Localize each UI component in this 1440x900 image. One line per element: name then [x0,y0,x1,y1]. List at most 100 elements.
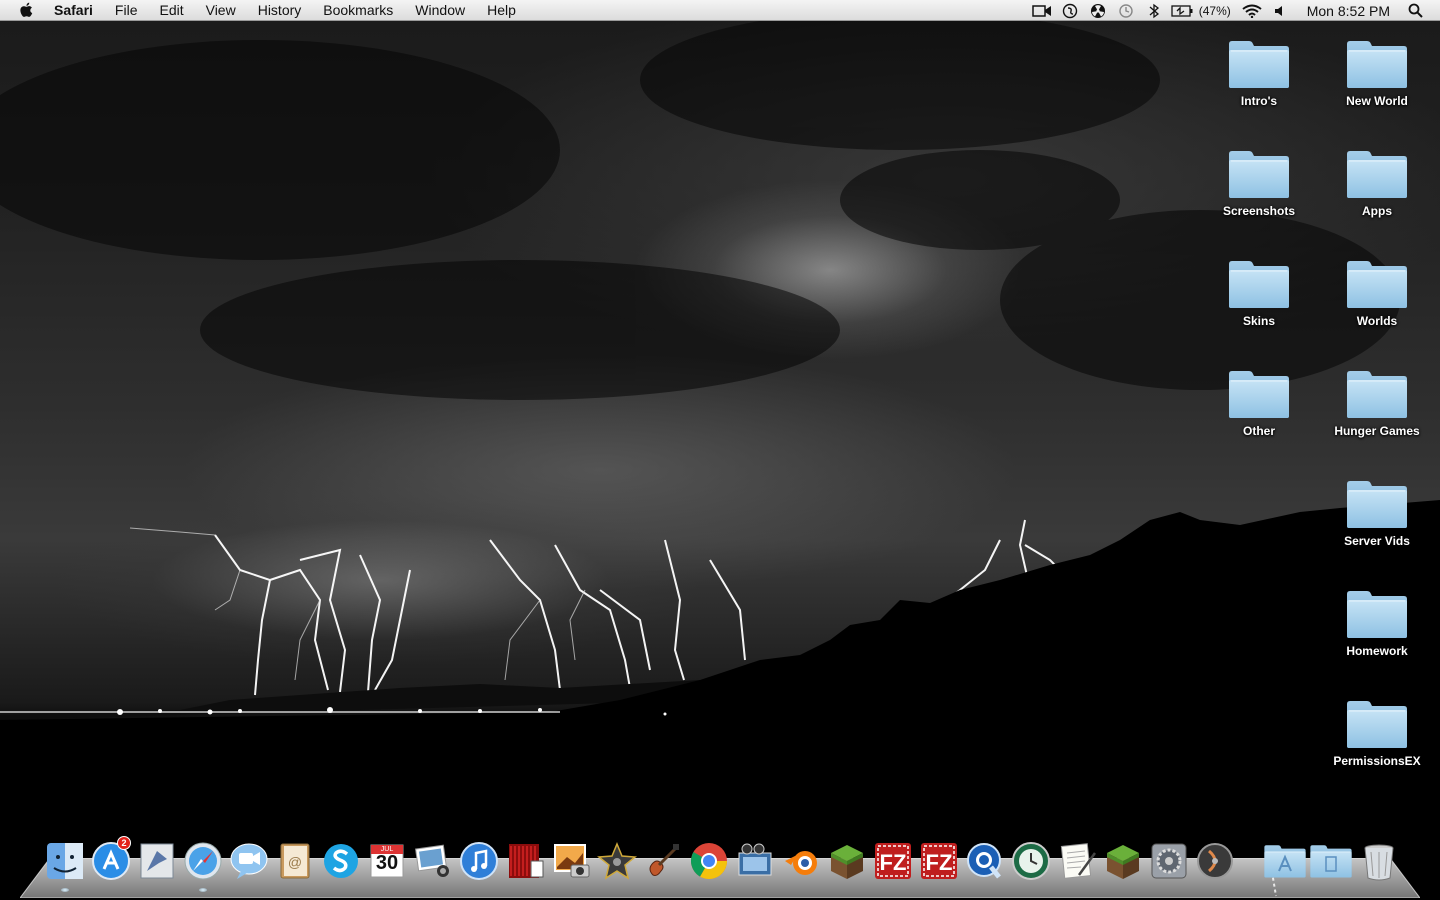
dock-mail[interactable] [135,838,179,884]
dock-minecraft[interactable] [825,838,869,884]
folder-icon [1227,148,1291,200]
dock-itunes[interactable] [457,838,501,884]
battery-icon[interactable] [1171,3,1193,19]
garageband-icon [649,844,679,876]
dock-quicktime[interactable] [963,838,1007,884]
app-menu-safari[interactable]: Safari [54,2,93,18]
dock-address-book[interactable]: @ [273,838,317,884]
camera-icon[interactable] [1031,3,1053,19]
dock-safari[interactable] [181,838,225,884]
gear-icon [1151,843,1187,879]
dock-filezilla-2[interactable]: FZ [917,838,961,884]
folder-label: New World [1346,94,1408,108]
folder-icon [1345,38,1409,90]
time-machine-icon [1012,842,1050,880]
spotlight-icon[interactable] [1404,3,1426,19]
lightning-landscape [0,10,1440,900]
quicktime-icon [967,843,1001,879]
dock-time-machine[interactable] [1009,838,1053,884]
skype-icon [324,844,358,878]
folder-homework[interactable]: Homework [1322,588,1432,658]
folder-new-world[interactable]: New World [1322,38,1432,108]
menubar-clock[interactable]: Mon 8:52 PM [1307,3,1390,19]
menu-edit[interactable]: Edit [159,2,183,18]
folder-icon [1227,258,1291,310]
folder-label: Screenshots [1222,204,1296,218]
folder-hunger-games[interactable]: Hunger Games [1322,368,1432,438]
dock: 2 @ JUL 30 FZ FZ [0,836,1440,888]
folder-worlds[interactable]: Worlds [1322,258,1432,328]
textedit-icon [1060,843,1097,879]
status-area: (47%) Mon 8:52 PM [1031,0,1440,21]
folder-skins[interactable]: Skins [1204,258,1314,328]
dock-app-store[interactable]: 2 [89,836,133,884]
dock-textedit[interactable] [1055,838,1099,884]
dock-garageband[interactable] [641,838,685,884]
dock-photo-booth[interactable] [503,838,547,884]
folder-server-vids[interactable]: Server Vids [1322,478,1432,548]
folder-label: Worlds [1356,314,1398,328]
imovie-icon [597,842,637,880]
dock-applications-stack[interactable] [1263,838,1307,884]
filezilla-icon: FZ [921,843,957,879]
dock-image-capture[interactable] [549,838,593,884]
folder-label: Skins [1242,314,1275,328]
dvd-player-icon [1197,843,1233,879]
dock-finder[interactable] [43,838,87,884]
dock-minecraft-2[interactable] [1101,838,1145,884]
folder-intros[interactable]: Intro's [1204,38,1314,108]
folder-icon [1227,38,1291,90]
menu-view[interactable]: View [206,2,236,18]
menu-file[interactable]: File [115,2,138,18]
image-capture-icon [554,844,590,878]
menu-history[interactable]: History [258,2,302,18]
dock-skype[interactable] [319,838,363,884]
finder-icon [47,843,83,879]
dock-chrome[interactable] [687,838,731,884]
svg-text:@: @ [288,854,302,870]
wifi-icon[interactable] [1241,3,1263,19]
folder-permissionsex[interactable]: PermissionsEX [1322,698,1432,768]
running-indicator [61,888,69,892]
script-icon[interactable] [1059,3,1081,19]
folder-icon [1345,698,1409,750]
dock-facetime[interactable] [227,838,271,884]
dock-imovie[interactable] [595,838,639,884]
bluetooth-icon[interactable] [1143,3,1165,19]
menu-window[interactable]: Window [415,2,465,18]
menu-bookmarks[interactable]: Bookmarks [323,2,393,18]
folder-icon [1345,588,1409,640]
volume-icon[interactable] [1269,3,1291,19]
folder-apps[interactable]: Apps [1322,148,1432,218]
folder-label: Apps [1362,204,1392,218]
dock-dvd-player[interactable] [1193,838,1237,884]
dock-video-editor[interactable] [733,838,777,884]
menu-bar: Safari File Edit View History Bookmarks … [0,0,1440,21]
dock-system-preferences[interactable] [1147,838,1191,884]
radiation-icon[interactable] [1087,3,1109,19]
address-book-icon: @ [280,843,310,879]
dock-documents-stack[interactable] [1309,838,1353,884]
dock-blender[interactable] [779,838,823,884]
battery-percent[interactable]: (47%) [1199,4,1231,18]
folder-icon [1227,368,1291,420]
folder-other[interactable]: Other [1204,368,1314,438]
folder-icon [1345,478,1409,530]
trash-icon [1364,844,1394,881]
itunes-icon [460,842,498,880]
dock-ical[interactable]: JUL 30 [365,838,409,884]
dock-iphoto[interactable] [411,838,455,884]
desktop-wallpaper [0,0,1440,900]
dock-filezilla[interactable]: FZ [871,838,915,884]
folder-screenshots[interactable]: Screenshots [1204,148,1314,218]
time-machine-icon[interactable] [1115,3,1137,19]
folder-label: Other [1242,424,1275,438]
documents-folder-icon [1310,844,1352,878]
dock-trash[interactable] [1357,838,1401,884]
menu-help[interactable]: Help [487,2,516,18]
apple-menu-icon[interactable] [18,1,36,19]
svg-text:FZ: FZ [926,850,953,875]
applications-folder-icon [1264,844,1306,878]
folder-label: Hunger Games [1334,424,1420,438]
video-editor-icon [738,843,772,876]
